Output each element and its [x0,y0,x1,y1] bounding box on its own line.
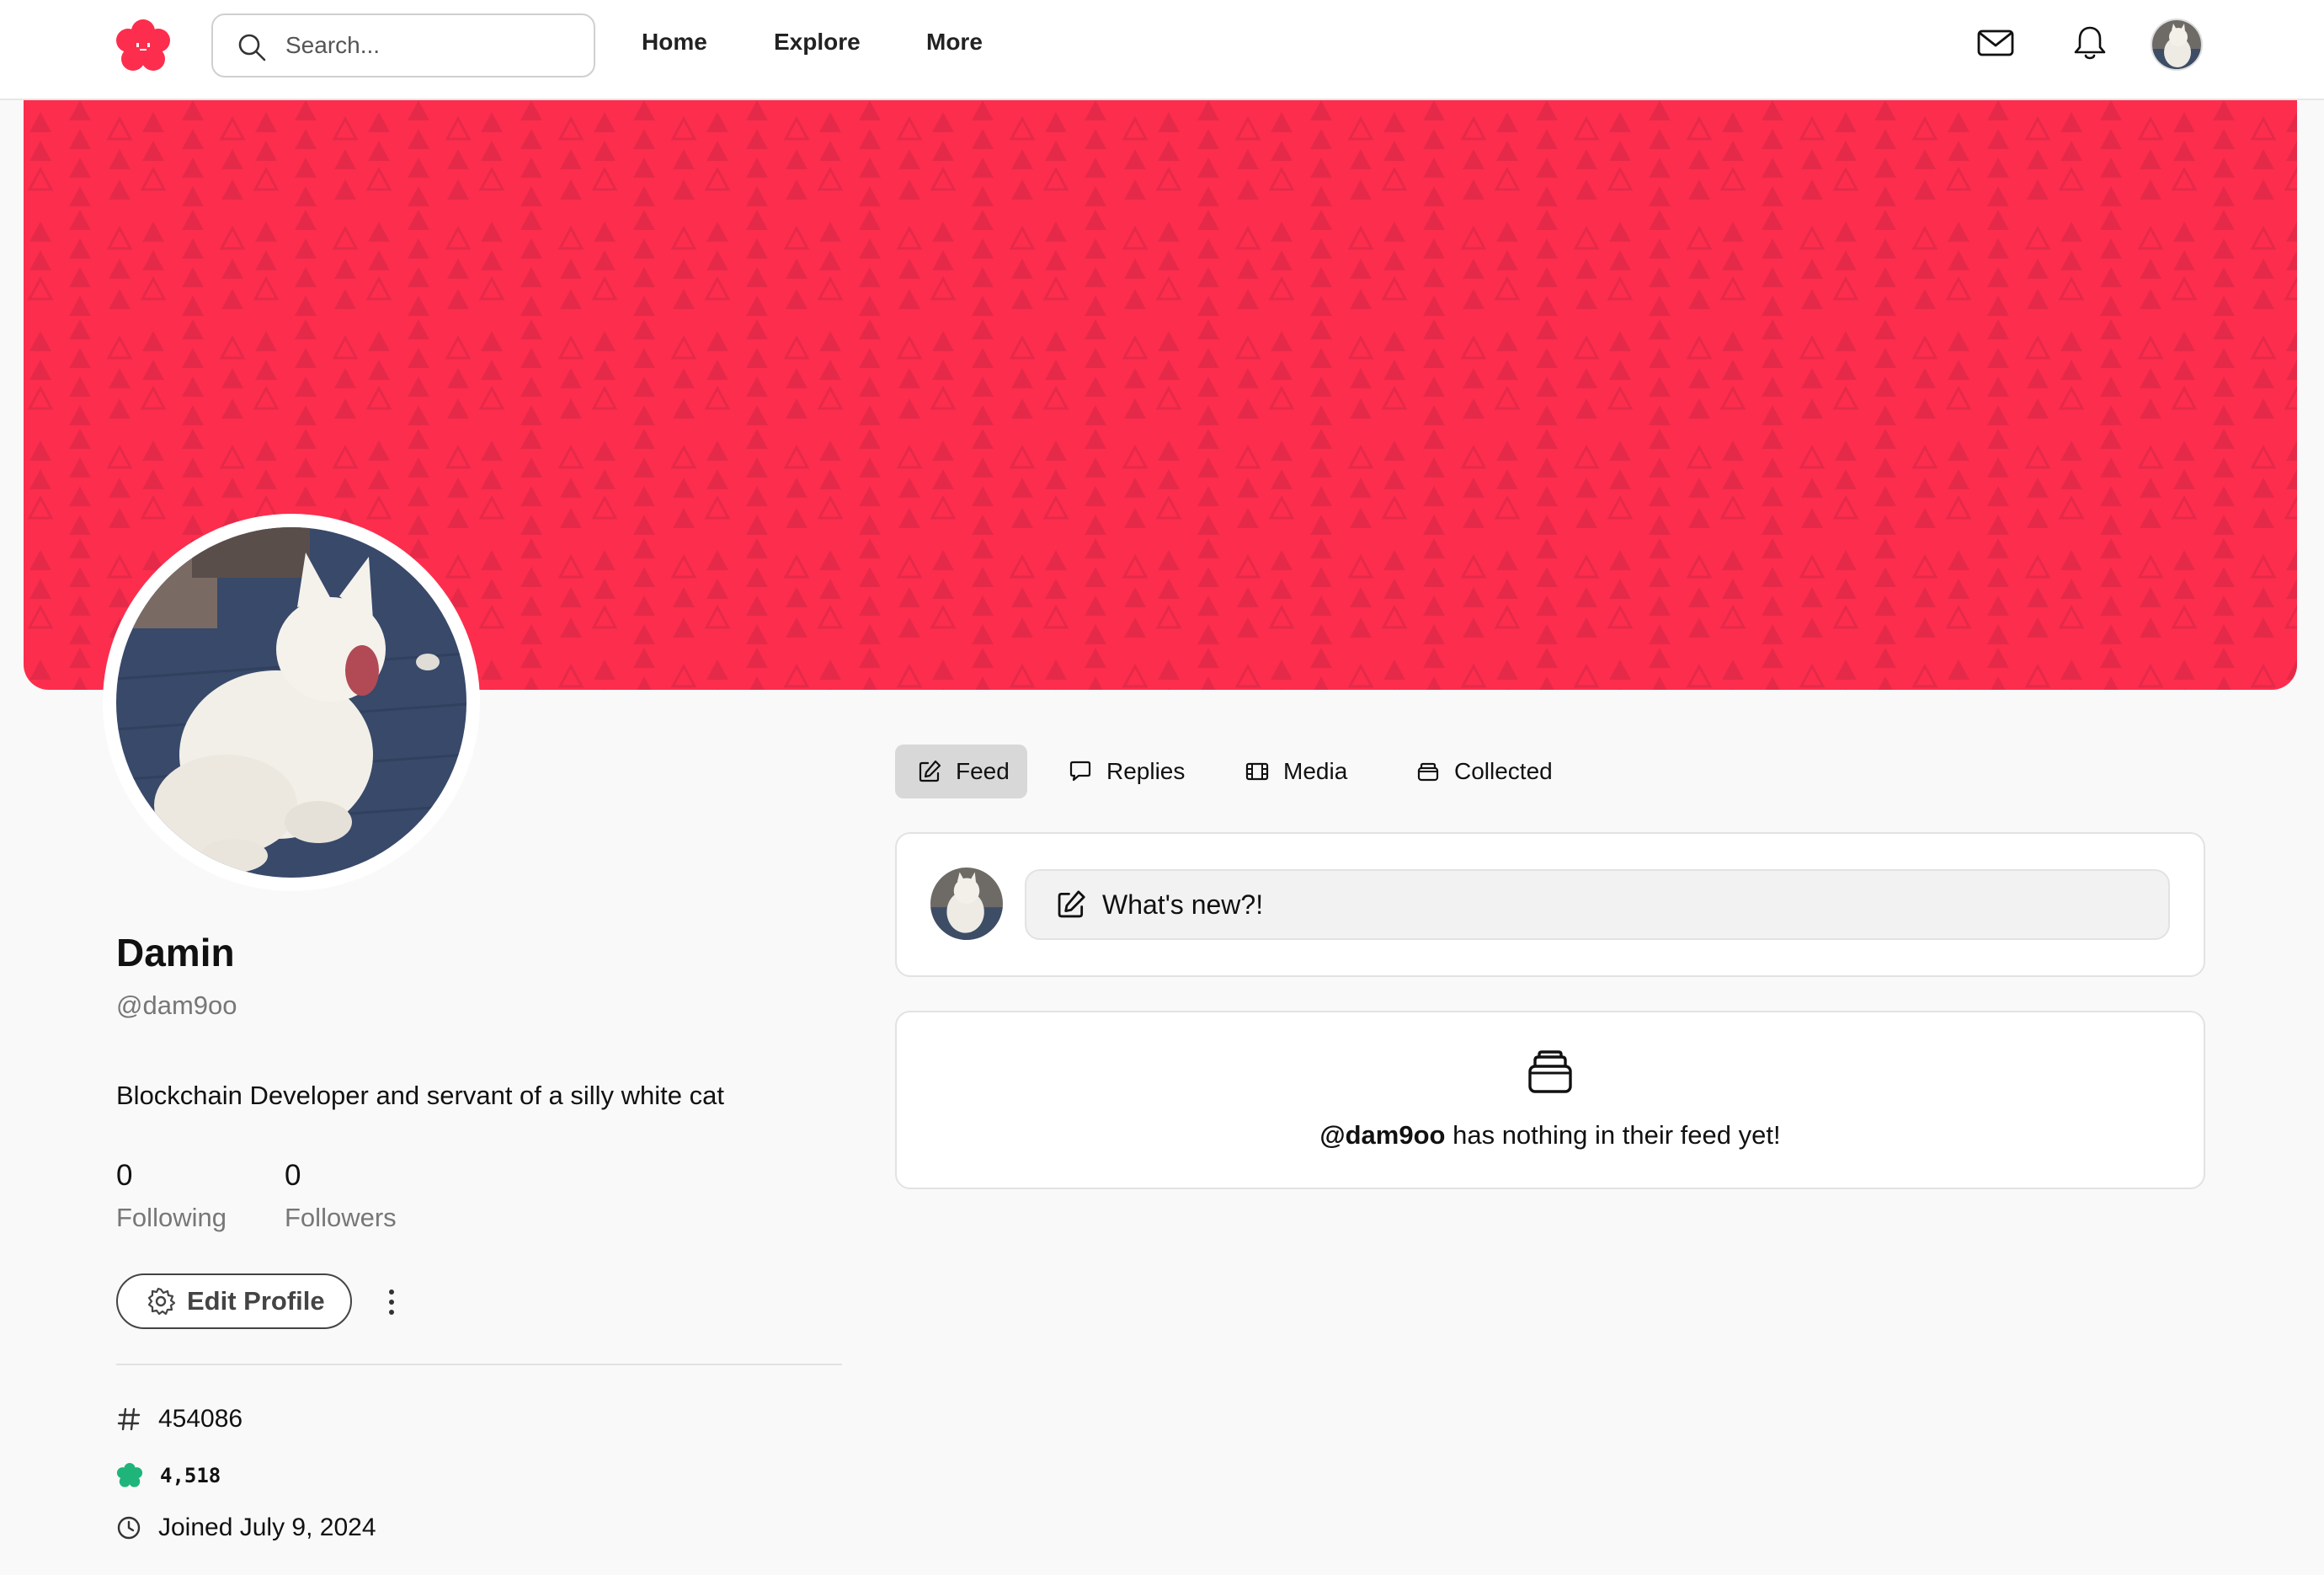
tab-media-label: Media [1283,758,1348,784]
bell-icon[interactable] [2071,24,2109,62]
composer-avatar [930,868,1003,940]
composer-input[interactable]: What's new?! [1025,869,2170,940]
stack-icon [1528,1050,1572,1093]
id-row: 454086 [116,1405,243,1434]
user-avatar[interactable] [2151,19,2203,71]
composer-card: What's new?! [895,832,2205,977]
search-bar[interactable] [211,13,595,77]
green-flower-icon [116,1462,143,1487]
top-header: Home Explore More [0,0,2324,100]
following-label[interactable]: Following [116,1203,227,1233]
edit-profile-label: Edit Profile [187,1286,325,1316]
profile-avatar[interactable] [103,514,480,891]
gear-icon [147,1287,175,1316]
hash-icon [117,1407,141,1431]
points-row: 4,518 [116,1462,221,1489]
more-options-icon[interactable] [384,1285,399,1319]
profile-handle: @dam9oo [116,990,237,1020]
followers-count[interactable]: 0 [285,1159,301,1193]
cat-photo [116,527,466,878]
joined-row: Joined July 9, 2024 [116,1514,376,1542]
nav-explore[interactable]: Explore [774,29,861,56]
tab-media[interactable]: Media [1245,745,1356,798]
empty-feed-text: has nothing in their feed yet! [1445,1120,1781,1150]
profile-page: Home Explore More [0,0,2324,1575]
flower-logo-icon[interactable] [115,19,172,74]
edit-profile-button[interactable]: Edit Profile [116,1273,352,1329]
speech-bubble-icon [1069,761,1091,782]
followers-label[interactable]: Followers [285,1203,397,1233]
nav-more[interactable]: More [926,29,983,56]
profile-name: Damin [116,931,235,974]
id-number: 454086 [158,1405,243,1433]
mail-icon[interactable] [1976,24,2015,62]
tab-collected-label: Collected [1454,758,1553,784]
tab-feed-label: Feed [956,758,1010,784]
composer-placeholder: What's new?! [1102,889,1264,920]
profile-bio: Blockchain Developer and servant of a si… [116,1081,724,1110]
stack-icon [1417,762,1439,782]
pencil-square-icon [919,760,941,782]
clock-icon [117,1516,141,1540]
empty-feed-card: @dam9oo has nothing in their feed yet! [895,1011,2205,1189]
points-value: 4,518 [160,1464,221,1487]
search-icon [238,34,266,61]
empty-feed-handle[interactable]: @dam9oo [1319,1120,1445,1150]
film-icon [1245,762,1269,781]
search-input[interactable] [285,27,572,64]
tab-replies[interactable]: Replies [1068,745,1193,798]
tab-feed[interactable]: Feed [895,745,1027,798]
joined-date: Joined July 9, 2024 [158,1514,376,1541]
tab-collected[interactable]: Collected [1415,745,1561,798]
following-count[interactable]: 0 [116,1159,132,1193]
pencil-square-icon [1058,890,1085,918]
tab-replies-label: Replies [1106,758,1186,784]
empty-feed-message: @dam9oo has nothing in their feed yet! [897,1120,2204,1151]
profile-divider [116,1364,842,1365]
nav-home[interactable]: Home [642,29,707,56]
